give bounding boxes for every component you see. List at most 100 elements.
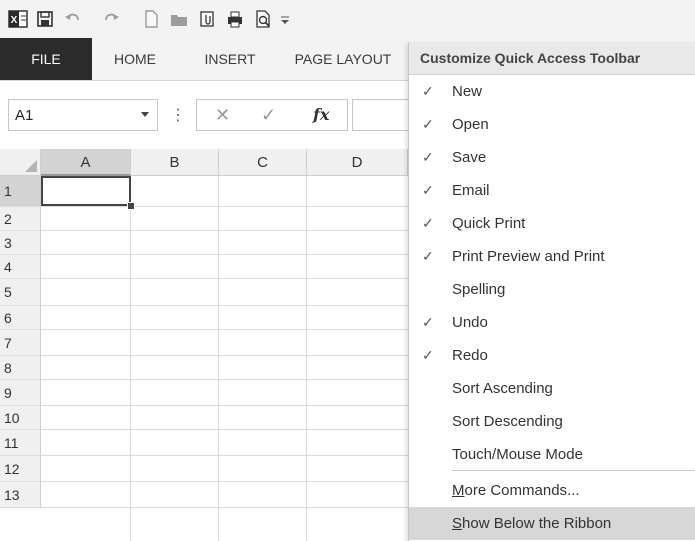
save-icon[interactable] — [34, 8, 56, 30]
quick-access-toolbar: X — [0, 0, 695, 38]
row-header-5[interactable]: 5 — [0, 279, 41, 306]
grid-line — [41, 455, 408, 456]
quick-print-icon[interactable] — [224, 8, 246, 30]
menu-item-label: Save — [452, 149, 487, 166]
menu-item-label-rest: how Below the Ribbon — [462, 515, 612, 532]
menu-item-label: Show Below the Ribbon — [452, 507, 611, 540]
print-preview-icon[interactable] — [252, 8, 274, 30]
active-cell-a1[interactable] — [41, 176, 131, 206]
grid-line — [41, 379, 408, 380]
row-header-13[interactable]: 13 — [0, 482, 41, 508]
menu-item-sort-descending[interactable]: Sort Descending — [409, 405, 695, 438]
menu-item-quick-print[interactable]: ✓ Quick Print — [409, 207, 695, 240]
undo-icon[interactable] — [62, 8, 84, 30]
tab-home[interactable]: HOME — [98, 38, 172, 80]
grid-line — [41, 429, 408, 430]
formula-input[interactable] — [352, 99, 412, 131]
select-all-icon — [25, 160, 37, 172]
menu-item-label: New — [452, 83, 483, 100]
row-header-3[interactable]: 3 — [0, 231, 41, 255]
check-icon: ✓ — [422, 248, 434, 264]
row-header-4[interactable]: 4 — [0, 255, 41, 279]
menu-item-label: Quick Print — [452, 215, 526, 232]
row-header-6[interactable]: 6 — [0, 306, 41, 330]
menu-item-new[interactable]: ✓ New — [409, 75, 695, 108]
cancel-icon[interactable]: ✕ — [215, 105, 230, 126]
access-key: M — [452, 482, 465, 499]
menu-item-label: Open — [452, 116, 489, 133]
menu-item-redo[interactable]: ✓ Redo — [409, 339, 695, 372]
grid-line — [41, 305, 408, 306]
check-icon: ✓ — [422, 182, 434, 198]
check-icon: ✓ — [422, 314, 434, 330]
menu-item-show-below-ribbon[interactable]: Show Below the Ribbon — [409, 507, 695, 540]
enter-icon[interactable]: ✓ — [261, 105, 276, 126]
check-icon: ✓ — [422, 215, 434, 231]
menu-separator — [452, 470, 695, 471]
access-key: S — [452, 515, 463, 532]
svg-text:X: X — [11, 15, 18, 26]
menu-item-label: Redo — [452, 347, 488, 364]
check-icon: ✓ — [422, 116, 434, 132]
column-header-b[interactable]: B — [131, 149, 219, 176]
formula-buttons: ✕ ✓ fx — [196, 99, 348, 131]
email-icon[interactable] — [196, 8, 218, 30]
grid-line — [41, 206, 408, 207]
menu-item-label: Print Preview and Print — [452, 248, 605, 265]
chevron-down-icon[interactable] — [141, 112, 149, 117]
check-icon: ✓ — [422, 83, 434, 99]
tab-insert[interactable]: INSERT — [190, 38, 270, 80]
row-header-1[interactable]: 1 — [0, 176, 41, 207]
menu-item-sort-ascending[interactable]: Sort Ascending — [409, 372, 695, 405]
grid-line — [41, 329, 408, 330]
formula-bar-grip-icon[interactable]: ⋮ — [170, 105, 186, 125]
menu-title: Customize Quick Access Toolbar — [409, 42, 695, 75]
row-header-11[interactable]: 11 — [0, 430, 41, 456]
menu-item-label: Touch/Mouse Mode — [452, 446, 583, 463]
check-icon: ✓ — [422, 347, 434, 363]
row-header-8[interactable]: 8 — [0, 356, 41, 380]
redo-icon[interactable] — [100, 8, 122, 30]
name-box-value: A1 — [15, 107, 34, 124]
tab-file[interactable]: FILE — [0, 38, 92, 80]
menu-item-touch-mouse-mode[interactable]: Touch/Mouse Mode — [409, 438, 695, 471]
menu-item-label: Sort Ascending — [452, 380, 553, 397]
menu-item-label-rest: ore Commands... — [464, 482, 580, 499]
excel-logo-icon: X — [7, 8, 29, 30]
column-header-c[interactable]: C — [219, 149, 307, 176]
menu-item-save[interactable]: ✓ Save — [409, 141, 695, 174]
grid-line — [41, 507, 408, 508]
insert-function-icon[interactable]: fx — [313, 105, 329, 124]
menu-item-label: Sort Descending — [452, 413, 563, 430]
row-header-12[interactable]: 12 — [0, 456, 41, 482]
menu-item-more-commands[interactable]: More Commands... — [409, 474, 695, 507]
name-box[interactable]: A1 — [8, 99, 158, 131]
menu-item-undo[interactable]: ✓ Undo — [409, 306, 695, 339]
grid-line — [41, 254, 408, 255]
row-header-2[interactable]: 2 — [0, 207, 41, 231]
menu-item-print-preview[interactable]: ✓ Print Preview and Print — [409, 240, 695, 273]
new-icon[interactable] — [140, 8, 162, 30]
column-header-d[interactable]: D — [307, 149, 408, 176]
customize-qat-menu: Customize Quick Access Toolbar ✓ New ✓ Ope… — [408, 42, 695, 541]
grid-line — [41, 405, 408, 406]
open-icon[interactable] — [168, 8, 190, 30]
menu-item-label: Spelling — [452, 281, 506, 298]
menu-item-spelling[interactable]: Spelling — [409, 273, 695, 306]
menu-item-open[interactable]: ✓ Open — [409, 108, 695, 141]
tab-page-layout[interactable]: PAGE LAYOUT — [284, 38, 402, 80]
customize-qat-icon[interactable] — [278, 8, 292, 30]
select-all-corner[interactable] — [0, 149, 41, 176]
menu-item-email[interactable]: ✓ Email — [409, 174, 695, 207]
grid-line — [41, 230, 408, 231]
grid-line — [41, 278, 408, 279]
fill-handle[interactable] — [127, 202, 135, 210]
menu-item-label: Email — [452, 182, 490, 199]
check-icon: ✓ — [422, 149, 434, 165]
row-header-10[interactable]: 10 — [0, 406, 41, 430]
menu-item-label: Undo — [452, 314, 488, 331]
row-header-7[interactable]: 7 — [0, 330, 41, 356]
row-header-9[interactable]: 9 — [0, 380, 41, 406]
column-header-a[interactable]: A — [41, 149, 131, 176]
menu-item-label: More Commands... — [452, 474, 580, 507]
